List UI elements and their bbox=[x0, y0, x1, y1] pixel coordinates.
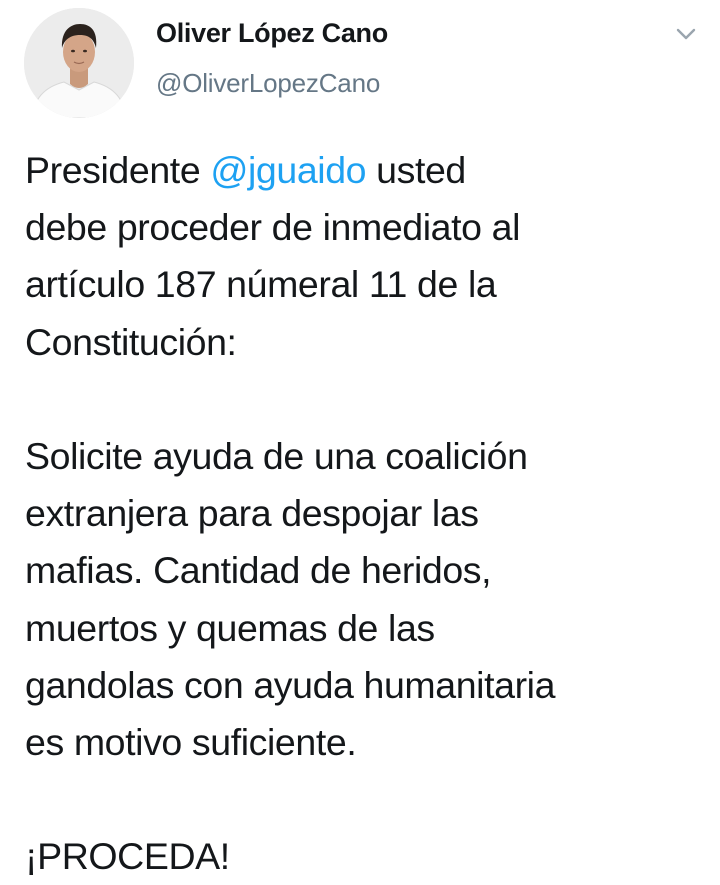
author-handle[interactable]: @OliverLopezCano bbox=[156, 68, 380, 99]
tweet-header: Oliver López Cano @OliverLopezCano bbox=[0, 0, 720, 120]
tweet-line: gandolas con ayuda humanitaria bbox=[25, 663, 556, 706]
tweet-line: es motivo suficiente. bbox=[25, 720, 357, 763]
profile-photo-icon bbox=[24, 8, 134, 118]
tweet-card: Oliver López Cano @OliverLopezCano Presi… bbox=[0, 0, 720, 877]
tweet-text-segment: usted bbox=[366, 149, 466, 191]
tweet-line: mafias. Cantidad de heridos, bbox=[25, 549, 492, 592]
tweet-text-segment: Presidente bbox=[25, 149, 211, 191]
tweet-line: debe proceder de inmediato al bbox=[25, 206, 520, 249]
tweet-line: ¡PROCEDA! bbox=[25, 835, 230, 878]
chevron-down-icon[interactable] bbox=[673, 24, 699, 44]
tweet-line: muertos y quemas de las bbox=[25, 606, 435, 649]
author-display-name[interactable]: Oliver López Cano bbox=[156, 18, 388, 49]
tweet-line: Presidente @jguaido usted bbox=[25, 142, 715, 199]
tweet-line: extranjera para despojar las bbox=[25, 492, 479, 535]
avatar[interactable] bbox=[24, 8, 134, 118]
tweet-body: Presidente @jguaido usted debe proceder … bbox=[25, 142, 715, 885]
tweet-line: Solicite ayuda de una coalición bbox=[25, 434, 528, 477]
tweet-line: Constitución: bbox=[25, 320, 237, 363]
mention-link[interactable]: @jguaido bbox=[210, 149, 366, 191]
tweet-line: artículo 187 númeral 11 de la bbox=[25, 263, 497, 306]
